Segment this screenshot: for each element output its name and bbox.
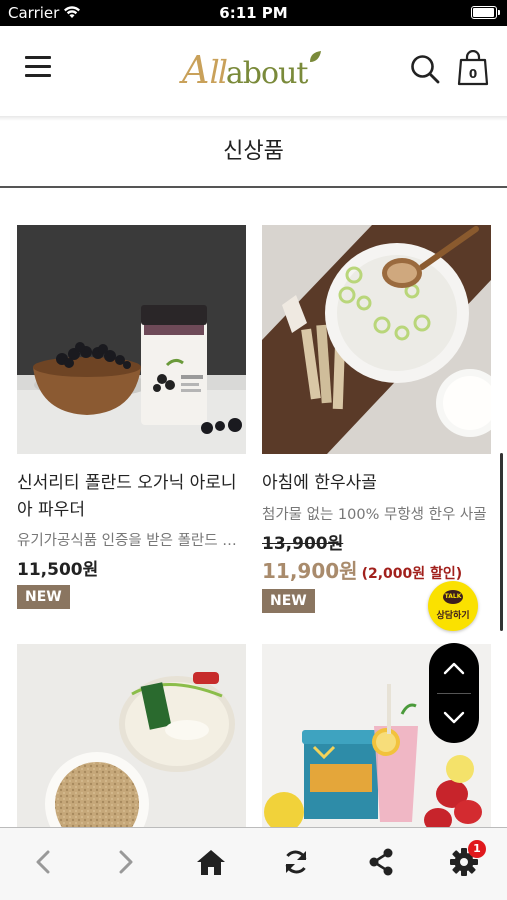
scroll-controls — [429, 643, 479, 743]
search-icon[interactable] — [410, 54, 440, 88]
menu-icon[interactable] — [25, 56, 51, 78]
discount-amount: (2,000원 할인) — [361, 566, 463, 582]
app-screen: Carrier 6:11 PM Allabout 0 신상품 신서리티 폴란드 … — [0, 0, 507, 900]
logo-wordmark: Allabout — [182, 48, 308, 92]
chevron-down-icon — [443, 711, 465, 724]
talk-icon: TALK — [443, 590, 463, 604]
title-divider — [0, 186, 507, 188]
original-price: 13,900원 — [262, 534, 344, 554]
product-card[interactable]: 아침에 한우사골 첨가물 없는 100% 무항생 한우 사골 13,900원 1… — [262, 225, 491, 625]
bottom-toolbar: 1 — [0, 827, 507, 900]
new-badge: NEW — [17, 585, 70, 609]
leaf-icon — [310, 51, 321, 62]
product-name[interactable]: 아침에 한우사골 — [262, 470, 487, 497]
header-shadow — [0, 116, 507, 121]
forward-icon — [119, 850, 133, 874]
scrollbar[interactable] — [500, 453, 503, 631]
refresh-icon — [285, 850, 307, 874]
back-button[interactable] — [23, 844, 63, 880]
chevron-up-icon — [443, 662, 465, 675]
back-icon — [36, 850, 50, 874]
product-description: 첨가물 없는 100% 무항생 한우 사골 — [262, 507, 487, 523]
status-bar: Carrier 6:11 PM — [0, 0, 507, 26]
brand-logo[interactable]: Allabout — [182, 48, 327, 98]
product-card[interactable] — [17, 644, 246, 827]
forward-button[interactable] — [106, 844, 146, 880]
sale-price-row: 11,900원 (2,000원 할인) — [262, 555, 462, 584]
notification-badge: 1 — [468, 840, 486, 858]
home-icon — [197, 850, 225, 875]
product-image-aronia[interactable] — [17, 225, 246, 454]
settings-button[interactable]: 1 — [444, 840, 486, 880]
status-time: 6:11 PM — [219, 4, 288, 22]
app-header: Allabout 0 — [0, 26, 507, 116]
new-badge: NEW — [262, 589, 315, 613]
product-description: 유기가공식품 인증을 받은 폴란드 오가닉 아로니아 — [17, 533, 246, 549]
scroll-up-button[interactable] — [429, 643, 479, 693]
cart-count: 0 — [468, 67, 478, 81]
refresh-button[interactable] — [276, 844, 316, 880]
sale-price: 11,900원 — [262, 559, 358, 583]
battery-level — [473, 8, 494, 17]
scroll-down-button[interactable] — [429, 693, 479, 743]
product-name[interactable]: 신서리티 폴란드 오가닉 아로니아 파우더 — [17, 470, 242, 524]
kakao-chat-button[interactable]: TALK 상담하기 — [428, 581, 478, 631]
product-image-rice[interactable] — [17, 644, 246, 827]
page-title: 신상품 — [223, 139, 284, 164]
battery-icon — [471, 6, 500, 19]
home-button[interactable] — [191, 844, 231, 880]
product-card[interactable]: 신서리티 폴란드 오가닉 아로니아 파우더 유기가공식품 인증을 받은 폴란드 … — [17, 225, 246, 625]
chat-label: 상담하기 — [436, 611, 470, 621]
share-button[interactable] — [361, 844, 401, 880]
product-image-broth[interactable] — [262, 225, 491, 454]
share-icon — [369, 848, 393, 876]
product-price: 11,500원 — [17, 560, 99, 580]
